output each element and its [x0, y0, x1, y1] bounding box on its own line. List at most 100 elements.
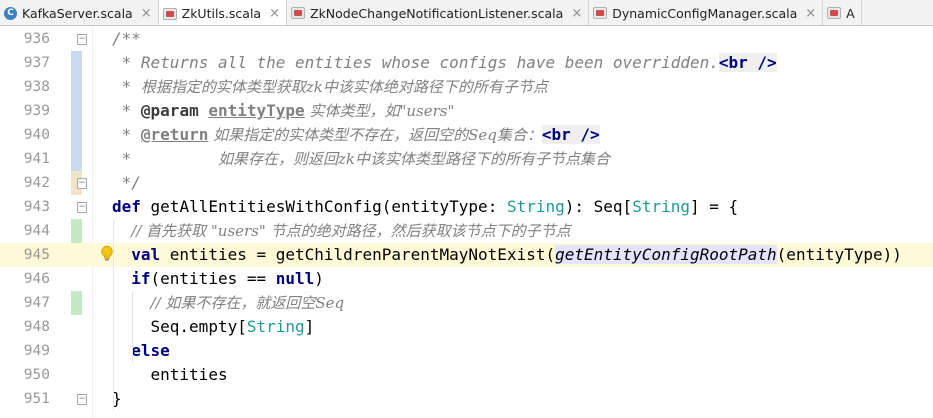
change-marker: [71, 219, 82, 243]
code-content: * 根据指定的实体类型获取zk中该实体绝对路径下的所有子节点: [112, 75, 548, 99]
indent-guide: [112, 219, 114, 411]
code-content: entities: [151, 363, 228, 387]
comment-star: *: [112, 101, 141, 120]
tab-zknodechangenotificationlistener-scala[interactable]: ZkNodeChangeNotificationListener.scala ×: [287, 0, 590, 25]
code-text: entities: [150, 365, 228, 384]
code-line: 938 * 根据指定的实体类型获取zk中该实体绝对路径下的所有子节点: [0, 75, 933, 99]
comment-text: 实体类型，如"users": [304, 102, 455, 120]
code-line: 947 // 如果不存在，就返回空Seq: [0, 291, 933, 315]
html-tag: <br />: [718, 53, 777, 72]
code-content: val entities = getChildrenParentMayNotEx…: [131, 243, 902, 267]
line-comment: // 首先获取 "users" 节点的绝对路径，然后获取该节点下的子节点: [131, 222, 571, 240]
code-line: 942 − */: [0, 171, 933, 195]
method-call: getEntityConfigRootPath: [555, 245, 777, 264]
tab-label: DynamicConfigManager.scala: [612, 5, 798, 21]
close-tab-icon[interactable]: ×: [141, 6, 152, 21]
code-line: 945 val entities = getChildrenParentMayNo…: [0, 243, 933, 267]
doc-comment-open: /**: [112, 29, 141, 48]
comment-text: 如果存在，则返回zk中该实体类型路径下的所有子节点集合: [217, 150, 610, 168]
scala-file-icon: [593, 7, 608, 19]
fold-toggle-icon[interactable]: −: [77, 394, 87, 405]
change-marker: [71, 147, 82, 171]
close-tab-icon[interactable]: ×: [805, 6, 816, 21]
keyword-else: else: [131, 341, 170, 360]
line-number: 948: [23, 319, 50, 335]
scala-file-icon: [291, 7, 305, 19]
code-content: /**: [112, 27, 141, 51]
close-tab-icon[interactable]: ×: [269, 6, 280, 21]
code-content: * @return 如果指定的实体类型不存在，返回空的Seq集合：<br />: [112, 123, 600, 147]
tab-label: KafkaServer.scala: [22, 5, 133, 21]
line-number: 951: [23, 391, 50, 407]
code-text: ): [314, 269, 324, 288]
code-line: 944 // 首先获取 "users" 节点的绝对路径，然后获取该节点下的子节点: [0, 219, 933, 243]
code-line: 946 if(entities == null): [0, 267, 933, 291]
code-content: // 如果不存在，就返回空Seq: [151, 291, 345, 315]
line-number: 943: [23, 199, 50, 215]
code-line: 950 entities: [0, 363, 933, 387]
code-content: */: [112, 171, 141, 195]
change-marker: [71, 51, 82, 75]
comment-text: 根据指定的实体类型获取zk中该实体绝对路径下的所有子节点: [140, 78, 548, 96]
code-line: 948 Seq.empty[String]: [0, 315, 933, 339]
line-number: 936: [23, 31, 50, 47]
code-line: 939 * @param entityType 实体类型，如"users": [0, 99, 933, 123]
code-text: Seq.empty[: [150, 317, 247, 336]
comment-star: *: [112, 149, 218, 168]
comment-text: Returns all the entities whose configs h…: [140, 53, 719, 72]
code-content: * @param entityType 实体类型，如"users": [112, 99, 455, 123]
code-content: Seq.empty[String]: [151, 315, 315, 339]
line-number: 941: [23, 151, 50, 167]
tab-label: A: [846, 5, 855, 21]
code-line: 936 − /**: [0, 27, 933, 51]
code-editor[interactable]: 936 − /** 937 * Returns all the entities wh…: [0, 27, 933, 418]
change-marker: [71, 99, 82, 123]
tab-label: ZkNodeChangeNotificationListener.scala: [310, 5, 564, 21]
close-tab-icon[interactable]: ×: [571, 6, 582, 21]
editor-tab-bar: C KafkaServer.scala × ZkUtils.scala × ZkNodeC…: [0, 0, 933, 26]
line-number: 944: [23, 223, 50, 239]
change-marker: [71, 75, 82, 99]
scala-file-icon: [162, 7, 177, 20]
line-comment: // 如果不存在，就返回空Seq: [150, 294, 345, 312]
keyword-val: val: [131, 245, 161, 264]
tab-zkutils-scala[interactable]: ZkUtils.scala ×: [158, 0, 287, 25]
code-content: * Returns all the entities whose configs…: [112, 51, 777, 75]
keyword-def: def: [112, 197, 141, 216]
fold-toggle-icon[interactable]: −: [77, 178, 87, 189]
fold-toggle-icon[interactable]: −: [77, 34, 87, 45]
code-text: entities = getChildrenParentMayNotExist(: [160, 245, 556, 264]
type-name: String: [246, 317, 305, 336]
class-icon: C: [4, 6, 17, 20]
tab-dynamicconfigmanager-scala[interactable]: DynamicConfigManager.scala ×: [589, 0, 824, 25]
code-line: 951−}: [0, 387, 933, 411]
html-tag: <br />: [541, 125, 600, 144]
line-number: 940: [23, 127, 50, 143]
line-number: 945: [23, 247, 50, 263]
line-number: 947: [23, 295, 50, 311]
line-number: 939: [23, 103, 50, 119]
code-line: 943 − def getAllEntitiesWithConfig(entityT…: [0, 195, 933, 219]
code-content: * 如果存在，则返回zk中该实体类型路径下的所有子节点集合: [112, 147, 610, 171]
keyword-if: if: [131, 269, 151, 288]
code-line: 940 * @return 如果指定的实体类型不存在，返回空的Seq集合：<br…: [0, 123, 933, 147]
indent-guide: [131, 291, 133, 363]
code-line: 941 * 如果存在，则返回zk中该实体类型路径下的所有子节点集合: [0, 147, 933, 171]
tab-label: ZkUtils.scala: [181, 6, 262, 21]
change-marker: [71, 291, 82, 315]
comment-star: *: [112, 125, 141, 144]
tab-a[interactable]: A: [823, 0, 862, 25]
code-content: else: [131, 339, 170, 363]
change-marker: [71, 123, 82, 147]
line-number: 938: [23, 79, 50, 95]
line-number: 937: [23, 55, 50, 71]
code-content: // 首先获取 "users" 节点的绝对路径，然后获取该节点下的子节点: [131, 219, 570, 243]
fold-toggle-icon[interactable]: −: [77, 202, 87, 213]
tab-kafkaserver-scala[interactable]: C KafkaServer.scala ×: [0, 0, 159, 25]
code-text: ): Seq[: [564, 197, 633, 216]
comment-text: 如果指定的实体类型不存在，返回空的Seq集合：: [208, 126, 542, 144]
keyword-null: null: [275, 269, 315, 288]
type-name: String: [506, 197, 565, 216]
code-content: def getAllEntitiesWithConfig(entityType:…: [112, 195, 738, 219]
